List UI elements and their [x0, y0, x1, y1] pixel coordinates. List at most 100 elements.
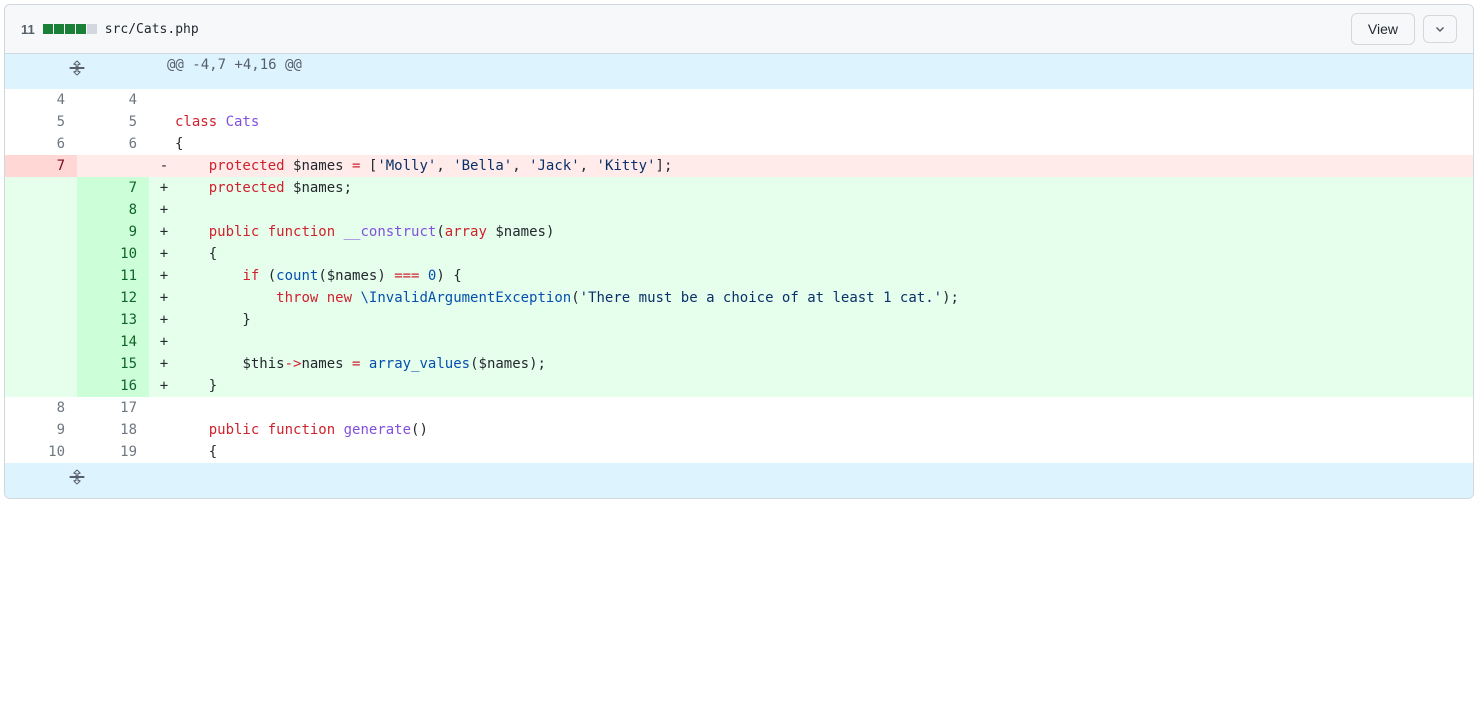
hunk-footer-text: [149, 463, 1473, 498]
code-line[interactable]: + public function __construct(array $nam…: [149, 221, 1473, 243]
old-line-number[interactable]: 6: [5, 133, 77, 155]
code-line[interactable]: + if (count($names) === 0) {: [149, 265, 1473, 287]
file-header: 11 src/Cats.php View: [5, 5, 1473, 54]
diffstat-block: [65, 24, 75, 34]
file-path[interactable]: src/Cats.php: [105, 22, 199, 37]
old-line-number[interactable]: [5, 309, 77, 331]
diff-marker: [153, 133, 175, 155]
diff-marker: +: [153, 287, 175, 309]
new-line-number[interactable]: 6: [77, 133, 149, 155]
diff-marker: [153, 89, 175, 111]
old-line-number[interactable]: [5, 177, 77, 199]
new-line-number[interactable]: 17: [77, 397, 149, 419]
view-button[interactable]: View: [1351, 13, 1415, 45]
diff-marker: +: [153, 199, 175, 221]
old-line-number[interactable]: [5, 243, 77, 265]
new-line-number[interactable]: 12: [77, 287, 149, 309]
diff-line: 66 {: [5, 133, 1473, 155]
diff-line: 15+ $this->names = array_values($names);: [5, 353, 1473, 375]
new-line-number[interactable]: 8: [77, 199, 149, 221]
diff-table: @@ -4,7 +4,16 @@ 44 55 class Cats66 {7- …: [5, 54, 1473, 498]
diff-marker: [153, 111, 175, 133]
code-line[interactable]: public function generate(): [149, 419, 1473, 441]
diff-marker: [153, 441, 175, 463]
expand-down-button[interactable]: [5, 463, 149, 498]
diffstat-block: [76, 24, 86, 34]
diff-line: 13+ }: [5, 309, 1473, 331]
new-line-number[interactable]: 11: [77, 265, 149, 287]
new-line-number[interactable]: 19: [77, 441, 149, 463]
new-line-number[interactable]: 13: [77, 309, 149, 331]
code-line[interactable]: [149, 89, 1473, 111]
hunk-footer-row: [5, 463, 1473, 498]
diff-line: 7+ protected $names;: [5, 177, 1473, 199]
diff-line: 9+ public function __construct(array $na…: [5, 221, 1473, 243]
diff-file: 11 src/Cats.php View @@ -4,7 +4,16 @@ 44…: [4, 4, 1474, 499]
diff-marker: [153, 419, 175, 441]
code-line[interactable]: + }: [149, 375, 1473, 397]
new-line-number[interactable]: 9: [77, 221, 149, 243]
file-actions: View: [1351, 13, 1457, 45]
expand-up-button[interactable]: [5, 54, 149, 89]
diff-marker: -: [153, 155, 175, 177]
diffstat-block: [54, 24, 64, 34]
diffstat-block: [43, 24, 53, 34]
old-line-number[interactable]: [5, 287, 77, 309]
new-line-number[interactable]: 18: [77, 419, 149, 441]
old-line-number[interactable]: [5, 265, 77, 287]
code-line[interactable]: [149, 397, 1473, 419]
old-line-number[interactable]: [5, 331, 77, 353]
diff-line: 14+: [5, 331, 1473, 353]
code-line[interactable]: + $this->names = array_values($names);: [149, 353, 1473, 375]
diff-line: 11+ if (count($names) === 0) {: [5, 265, 1473, 287]
diff-line: 7 - protected $names = ['Molly', 'Bella',…: [5, 155, 1473, 177]
old-line-number[interactable]: 4: [5, 89, 77, 111]
new-line-number[interactable]: 16: [77, 375, 149, 397]
old-line-number[interactable]: 7: [5, 155, 77, 177]
diffstat-blocks: [43, 24, 97, 34]
new-line-number[interactable]: 7: [77, 177, 149, 199]
code-line[interactable]: {: [149, 441, 1473, 463]
code-line[interactable]: + {: [149, 243, 1473, 265]
new-line-number[interactable]: 4: [77, 89, 149, 111]
code-line[interactable]: class Cats: [149, 111, 1473, 133]
hunk-header-text: @@ -4,7 +4,16 @@: [149, 54, 1473, 89]
new-line-number[interactable]: 10: [77, 243, 149, 265]
unfold-icon: [69, 60, 85, 76]
diff-marker: +: [153, 353, 175, 375]
code-line[interactable]: - protected $names = ['Molly', 'Bella', …: [149, 155, 1473, 177]
diff-line: 817: [5, 397, 1473, 419]
old-line-number[interactable]: 8: [5, 397, 77, 419]
code-line[interactable]: {: [149, 133, 1473, 155]
file-info: 11 src/Cats.php: [21, 22, 199, 37]
new-line-number[interactable]: 14: [77, 331, 149, 353]
new-line-number[interactable]: 15: [77, 353, 149, 375]
new-line-number[interactable]: [77, 155, 149, 177]
diff-marker: +: [153, 375, 175, 397]
diff-marker: [153, 397, 175, 419]
diff-marker: +: [153, 221, 175, 243]
diff-marker: +: [153, 309, 175, 331]
diff-line: 55 class Cats: [5, 111, 1473, 133]
code-line[interactable]: + throw new \InvalidArgumentException('T…: [149, 287, 1473, 309]
new-line-number[interactable]: 5: [77, 111, 149, 133]
old-line-number[interactable]: [5, 375, 77, 397]
diff-line: 8+: [5, 199, 1473, 221]
diff-line: 1019 {: [5, 441, 1473, 463]
code-line[interactable]: +: [149, 331, 1473, 353]
old-line-number[interactable]: 9: [5, 419, 77, 441]
code-line[interactable]: + protected $names;: [149, 177, 1473, 199]
diff-marker: +: [153, 331, 175, 353]
old-line-number[interactable]: 10: [5, 441, 77, 463]
old-line-number[interactable]: [5, 221, 77, 243]
diff-line: 16+ }: [5, 375, 1473, 397]
old-line-number[interactable]: 5: [5, 111, 77, 133]
chevron-down-icon: [1432, 21, 1448, 37]
code-line[interactable]: +: [149, 199, 1473, 221]
diff-line: 10+ {: [5, 243, 1473, 265]
file-menu-button[interactable]: [1423, 15, 1457, 43]
diff-marker: +: [153, 177, 175, 199]
old-line-number[interactable]: [5, 199, 77, 221]
code-line[interactable]: + }: [149, 309, 1473, 331]
old-line-number[interactable]: [5, 353, 77, 375]
